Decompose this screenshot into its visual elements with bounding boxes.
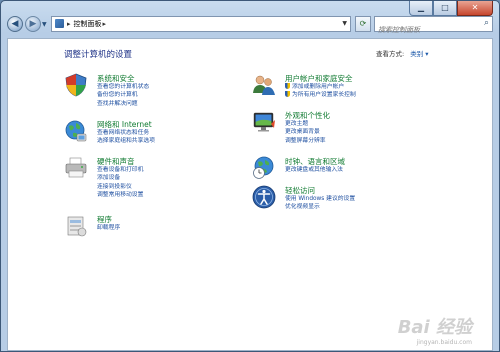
- link-devices-printers[interactable]: 查看设备和打印机: [97, 166, 143, 174]
- address-bar[interactable]: ▸ 控制面板▸ ▼: [51, 16, 351, 32]
- link-find-fix-problems[interactable]: 查找并解决问题: [97, 100, 149, 108]
- link-add-device[interactable]: 添加设备: [97, 174, 143, 182]
- link-backup-computer[interactable]: 备份您的计算机: [97, 91, 149, 99]
- address-dropdown-icon[interactable]: ▼: [342, 17, 347, 31]
- view-by-dropdown[interactable]: 类别 ▾: [410, 50, 428, 58]
- security-shield-icon[interactable]: [64, 73, 88, 97]
- link-view-computer-status[interactable]: 查看您的计算机状态: [97, 83, 149, 91]
- minimize-button[interactable]: ▁: [409, 1, 433, 16]
- maximize-button[interactable]: □: [433, 1, 457, 16]
- main-content: 调整计算机的设置 查看方式: 类别 ▾ 系统和安全 查看您的计算机状态 备份您的计…: [7, 38, 493, 351]
- close-button[interactable]: ✕: [457, 1, 493, 16]
- breadcrumb-control-panel[interactable]: 控制面板: [74, 20, 102, 28]
- navigation-bar: ◀ ▶ ▼ ▸控制面板▸ ▼ ⟳ ⌕: [5, 15, 495, 37]
- refresh-button[interactable]: ⟳: [355, 16, 371, 32]
- watermark-text: Bai 经验: [397, 317, 472, 338]
- control-panel-window: ▁ □ ✕ ◀ ▶ ▼ ▸控制面板▸ ▼ ⟳ ⌕ 调整计算机的设置 查看方式: 类…: [0, 0, 500, 352]
- link-mobility-settings[interactable]: 调整常用移动设置: [97, 191, 143, 199]
- network-globe-icon[interactable]: [64, 119, 88, 143]
- link-add-remove-accounts[interactable]: 添加或删除用户帐户: [285, 83, 356, 91]
- link-connect-projector[interactable]: 连接到投影仪: [97, 183, 143, 191]
- breadcrumb-separator-icon[interactable]: ▸: [67, 20, 71, 28]
- link-parental-controls[interactable]: 为所有用户设置家长控制: [285, 91, 356, 99]
- link-change-theme[interactable]: 更改主题: [285, 120, 326, 128]
- back-button[interactable]: ◀: [7, 16, 23, 32]
- users-icon[interactable]: [252, 73, 276, 97]
- search-icon[interactable]: ⌕: [484, 18, 489, 28]
- link-change-keyboard[interactable]: 更改键盘或其他输入法: [285, 166, 343, 174]
- watermark-subtext: jingyan.baidu.com: [416, 339, 472, 346]
- search-input[interactable]: [375, 23, 481, 37]
- window-controls: ▁ □ ✕: [409, 1, 493, 16]
- link-homegroup-sharing[interactable]: 选择家庭组和共享选项: [97, 137, 155, 145]
- forward-button[interactable]: ▶: [25, 16, 41, 32]
- accessibility-icon[interactable]: [252, 185, 276, 209]
- printer-hardware-icon[interactable]: [64, 156, 88, 180]
- recent-pages-dropdown-icon[interactable]: ▼: [42, 21, 47, 28]
- link-windows-recommended-settings[interactable]: 使用 Windows 建议的设置: [285, 195, 355, 203]
- page-title: 调整计算机的设置: [64, 50, 133, 60]
- breadcrumb-separator-icon[interactable]: ▸: [103, 20, 107, 28]
- view-by: 查看方式: 类别 ▾: [376, 48, 429, 58]
- clock-globe-icon[interactable]: [252, 156, 276, 180]
- search-box[interactable]: ⌕: [374, 16, 493, 37]
- control-panel-icon: [55, 19, 64, 28]
- link-uninstall-program[interactable]: 卸载程序: [97, 224, 120, 232]
- programs-icon[interactable]: [64, 214, 88, 238]
- baidu-watermark: Bai 经验 jingyan.baidu.com: [398, 313, 472, 346]
- display-icon[interactable]: [252, 110, 276, 134]
- link-view-network-status[interactable]: 查看网络状态和任务: [97, 129, 155, 137]
- view-by-label: 查看方式:: [376, 50, 405, 58]
- link-change-background[interactable]: 更改桌面背景: [285, 128, 326, 136]
- link-optimize-visual-display[interactable]: 优化视频显示: [285, 203, 355, 211]
- link-screen-resolution[interactable]: 调整屏幕分辨率: [285, 137, 326, 145]
